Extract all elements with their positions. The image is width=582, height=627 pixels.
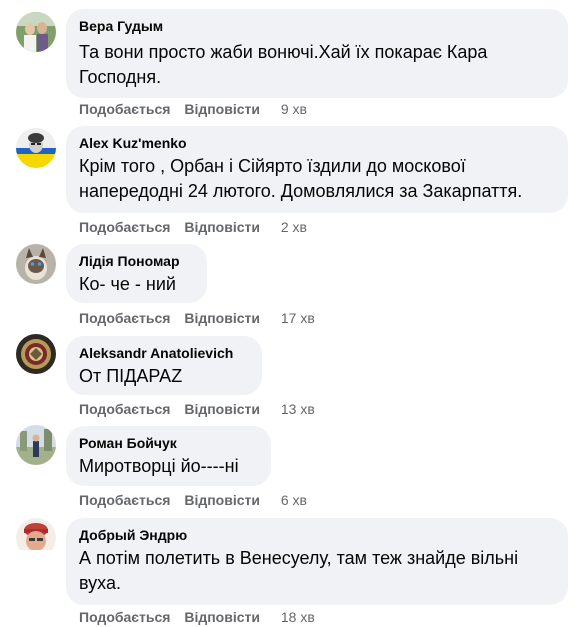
comment-bubble: Роман Бойчук Миротворці йо----ні [66, 426, 271, 486]
comment-text: Миротворці йо----ні [79, 456, 239, 476]
comment-timestamp[interactable]: 13 хв [281, 401, 315, 417]
comment-bubble: Добрый Эндрю А потім полетить в Венесуел… [66, 518, 568, 605]
comment-actions: Подобається Відповісти 13 хв [79, 400, 315, 418]
reply-button[interactable]: Відповісти [184, 310, 260, 326]
comment-bubble: Лідія Пономар Ко- че - ний [66, 244, 207, 303]
avatar[interactable] [16, 334, 56, 374]
reply-button[interactable]: Відповісти [184, 492, 260, 508]
like-button[interactable]: Подобається [79, 101, 170, 117]
comment-author[interactable]: Aleksandr Anatolievich [79, 344, 249, 362]
comment-timestamp[interactable]: 9 хв [281, 101, 307, 117]
reply-button[interactable]: Відповісти [184, 609, 260, 625]
comment-author[interactable]: Добрый Эндрю [79, 526, 555, 544]
like-button[interactable]: Подобається [79, 492, 170, 508]
comment-bubble: Alex Kuz'menko Крім того , Орбан і Сійяр… [66, 126, 568, 213]
comment-actions: Подобається Відповісти 6 хв [79, 491, 307, 509]
comment-actions: Подобається Відповісти 18 хв [79, 608, 315, 626]
avatar[interactable] [16, 128, 56, 168]
comment-text: Та вони просто жаби вонючі.Хай їх покара… [79, 42, 488, 87]
avatar[interactable] [16, 425, 56, 465]
like-button[interactable]: Подобається [79, 609, 170, 625]
comment-timestamp[interactable]: 2 хв [281, 219, 307, 235]
reply-button[interactable]: Відповісти [184, 219, 260, 235]
comment-timestamp[interactable]: 18 хв [281, 609, 315, 625]
comment-author[interactable]: Лідія Пономар [79, 252, 194, 270]
comment-author[interactable]: Вера Гудым [79, 17, 555, 35]
comment-bubble: Aleksandr Anatolievich От ПІДАРАZ [66, 336, 262, 395]
comment-actions: Подобається Відповісти 9 хв [79, 100, 307, 118]
comment-timestamp[interactable]: 17 хв [281, 310, 315, 326]
avatar[interactable] [16, 518, 56, 558]
reply-button[interactable]: Відповісти [184, 101, 260, 117]
like-button[interactable]: Подобається [79, 219, 170, 235]
avatar[interactable] [16, 244, 56, 284]
comment-text: А потім полетить в Венесуелу, там теж зн… [79, 548, 519, 593]
avatar[interactable] [16, 12, 56, 52]
like-button[interactable]: Подобається [79, 401, 170, 417]
comment-text: От ПІДАРАZ [79, 366, 183, 386]
comment-text: Ко- че - ний [79, 274, 176, 294]
comment-author[interactable]: Alex Kuz'menko [79, 134, 555, 152]
comment-bubble: Вера Гудым Та вони просто жаби вонючі.Ха… [66, 9, 568, 98]
like-button[interactable]: Подобається [79, 310, 170, 326]
comment-timestamp[interactable]: 6 хв [281, 492, 307, 508]
comment-actions: Подобається Відповісти 17 хв [79, 309, 315, 327]
comment-text: Крім того , Орбан і Сійярто їздили до мо… [79, 156, 523, 201]
comment-actions: Подобається Відповісти 2 хв [79, 218, 307, 236]
comment-author[interactable]: Роман Бойчук [79, 434, 258, 452]
reply-button[interactable]: Відповісти [184, 401, 260, 417]
